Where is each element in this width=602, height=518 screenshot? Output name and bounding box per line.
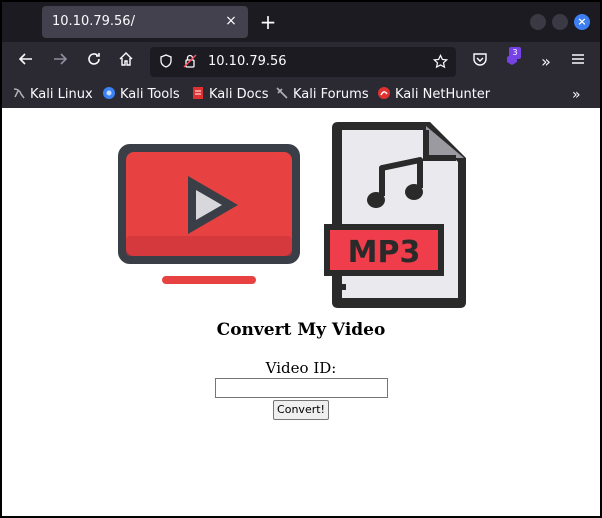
video-id-input[interactable] — [215, 378, 388, 398]
bookmarks-toolbar: Kali Linux Kali Tools Kali Docs Kali For… — [2, 82, 600, 108]
close-window-button[interactable]: × — [574, 14, 590, 30]
bookmark-label: Kali NetHunter — [395, 87, 491, 102]
insecure-lock-icon[interactable] — [182, 54, 198, 70]
address-bar[interactable]: 10.10.79.56 — [150, 47, 456, 77]
kali-tools-icon — [102, 86, 116, 100]
video-id-label: Video ID: — [265, 359, 337, 377]
tab-close-icon[interactable]: × — [222, 12, 240, 30]
home-icon[interactable] — [114, 50, 138, 74]
mp3-file-icon: MP3 — [324, 122, 466, 308]
page-title: Convert My Video — [216, 320, 386, 340]
tab-strip: 10.10.79.56/ × + × — [2, 2, 600, 42]
mp3-label: MP3 — [348, 235, 421, 270]
back-arrow-icon[interactable] — [14, 50, 38, 74]
kali-docs-icon — [191, 86, 205, 100]
url-text[interactable]: 10.10.79.56 — [208, 54, 287, 69]
navigation-toolbar: 10.10.79.56 3 » — [2, 42, 600, 82]
bookmark-label: Kali Docs — [209, 87, 269, 102]
bookmark-star-icon[interactable] — [432, 53, 448, 70]
bookmark-kali-forums[interactable]: Kali Forums — [275, 86, 369, 104]
new-tab-icon[interactable]: + — [258, 12, 278, 32]
youtube-to-mp3-banner: MP3 — [118, 122, 466, 308]
overflow-chevron-icon[interactable]: » — [534, 50, 558, 74]
bookmark-kali-docs[interactable]: Kali Docs — [191, 86, 269, 104]
bookmarks-overflow-icon[interactable]: » — [572, 86, 581, 104]
nethunter-icon — [377, 86, 391, 100]
extension-badge: 3 — [509, 47, 521, 59]
bookmark-label: Kali Tools — [120, 87, 180, 102]
youtube-play-icon — [118, 144, 300, 284]
shield-icon[interactable] — [158, 54, 174, 70]
kali-dragon-icon — [12, 86, 26, 100]
maximize-button[interactable] — [552, 14, 568, 30]
minimize-button[interactable] — [530, 14, 546, 30]
convert-button[interactable]: Convert! — [273, 400, 329, 420]
kali-forums-icon — [275, 86, 289, 100]
tab-title: 10.10.79.56/ — [52, 14, 135, 29]
forward-arrow-icon[interactable] — [48, 50, 72, 74]
tab-active[interactable]: 10.10.79.56/ × — [42, 6, 248, 38]
reload-icon[interactable] — [82, 50, 106, 74]
bookmark-label: Kali Linux — [30, 87, 93, 102]
bookmark-kali-nethunter[interactable]: Kali NetHunter — [377, 86, 490, 104]
bookmark-kali-linux[interactable]: Kali Linux — [12, 86, 93, 104]
bookmark-label: Kali Forums — [293, 87, 369, 102]
bookmark-kali-tools[interactable]: Kali Tools — [102, 86, 180, 104]
browser-window: 10.10.79.56/ × + × 10.10.79.56 3 » Kali … — [2, 2, 600, 516]
pocket-icon[interactable] — [468, 50, 492, 74]
hamburger-menu-icon[interactable] — [566, 50, 590, 74]
page-viewport: MP3 Convert My Video Video ID: Convert! — [2, 108, 600, 516]
